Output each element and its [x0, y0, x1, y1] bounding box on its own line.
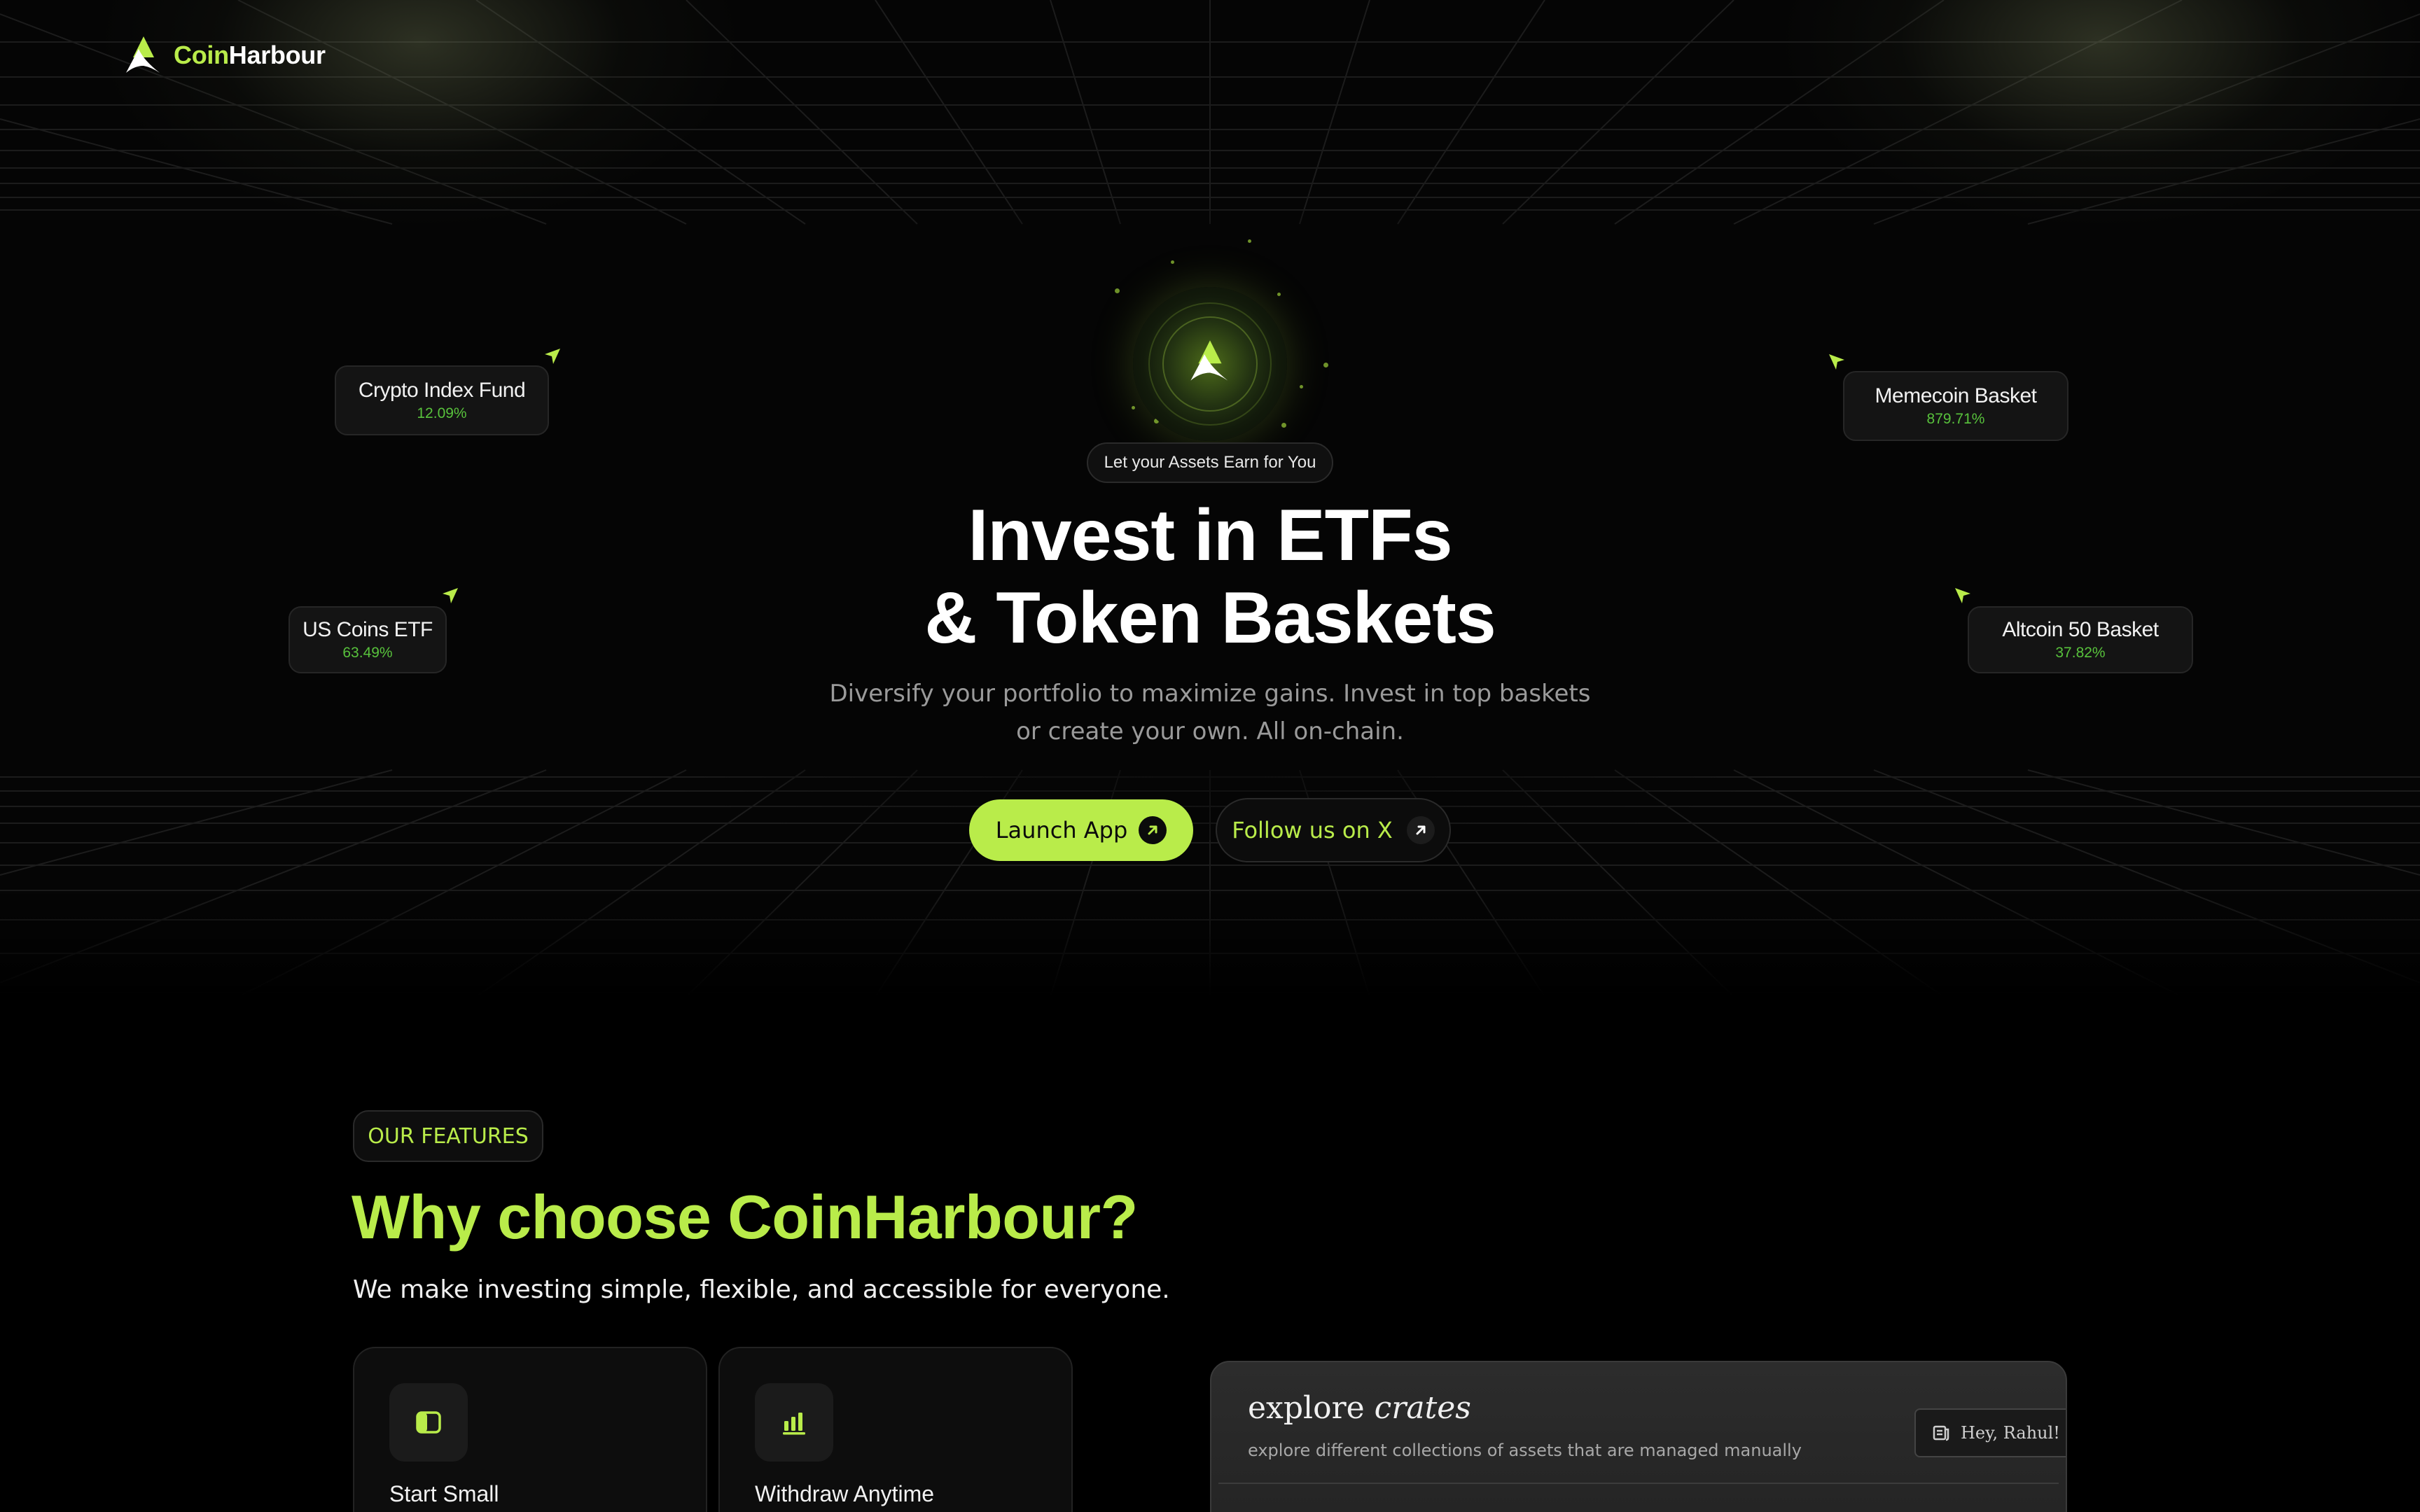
- feature-card-title: Start Small: [389, 1481, 499, 1506]
- preview-title-italic: crates: [1374, 1390, 1471, 1426]
- hero-title: Invest in ETFs & Token Baskets: [720, 494, 1700, 659]
- floating-card-altcoin-50-basket: Altcoin 50 Basket 37.82%: [1968, 606, 2193, 673]
- scroll-icon: [1933, 1425, 1949, 1441]
- sparkle-dot: [1277, 293, 1281, 296]
- bar-chart-icon: [755, 1383, 833, 1462]
- cursor-pointer-icon: [545, 349, 560, 364]
- wallet-icon: [389, 1383, 468, 1462]
- hero-subtitle: Diversify your portfolio to maximize gai…: [790, 675, 1630, 750]
- preview-subtitle: explore different collections of assets …: [1248, 1441, 1802, 1460]
- sparkle-dot: [1281, 423, 1286, 428]
- hero-logo-orb: [1133, 287, 1287, 441]
- follow-on-x-label: Follow us on X: [1232, 817, 1393, 844]
- coinharbour-logo-icon: [1190, 340, 1228, 381]
- floating-card-name: US Coins ETF: [302, 618, 433, 641]
- app-preview-panel: explore crates explore different collect…: [1210, 1361, 2067, 1512]
- features-heading: Why choose CoinHarbour?: [352, 1182, 1138, 1252]
- cursor-pointer-icon: [1829, 354, 1844, 370]
- feature-card-start-small: Start Small: [353, 1347, 707, 1512]
- hero-title-line-2: & Token Baskets: [924, 578, 1496, 659]
- floating-card-name: Altcoin 50 Basket: [2002, 618, 2159, 641]
- hero-subtitle-line-2: or create your own. All on-chain.: [1016, 718, 1404, 746]
- preview-divider: [1218, 1483, 2059, 1490]
- floating-card-value: 879.71%: [1926, 411, 1985, 427]
- hero-subtitle-line-1: Diversify your portfolio to maximize gai…: [829, 680, 1591, 708]
- launch-app-button[interactable]: Launch App: [969, 799, 1193, 861]
- sparkle-dot: [1132, 406, 1135, 410]
- floating-card-us-coins-etf: US Coins ETF 63.49%: [288, 606, 447, 673]
- preview-title-plain: explore: [1248, 1390, 1365, 1426]
- floating-card-value: 12.09%: [417, 405, 467, 421]
- floating-card-value: 37.82%: [2055, 645, 2106, 661]
- floating-card-name: Memecoin Basket: [1875, 384, 2037, 407]
- feature-card-withdraw-anytime: Withdraw Anytime: [718, 1347, 1073, 1512]
- preview-greeting-box: Hey, Rahul! I: [1914, 1408, 2067, 1457]
- feature-card-title: Withdraw Anytime: [755, 1481, 935, 1506]
- hero-title-line-1: Invest in ETFs: [968, 495, 1452, 576]
- launch-app-label: Launch App: [995, 817, 1128, 844]
- hero-tagline-pill: Let your Assets Earn for You: [1087, 442, 1333, 483]
- features-subheading: We make investing simple, flexible, and …: [353, 1275, 1170, 1304]
- sparkle-dot: [1248, 239, 1251, 243]
- preview-title: explore crates: [1248, 1390, 1471, 1426]
- our-features-pill: OUR FEATURES: [353, 1110, 543, 1162]
- brand-name-accent: Coin: [174, 41, 229, 69]
- brand-name-rest: Harbour: [228, 41, 326, 69]
- cursor-pointer-icon: [1955, 588, 1970, 603]
- sparkle-dot: [1323, 363, 1328, 368]
- cursor-pointer-icon: [443, 588, 458, 603]
- floating-card-memecoin-basket: Memecoin Basket 879.71%: [1843, 371, 2068, 441]
- arrow-up-right-icon: [1406, 816, 1435, 844]
- sparkle-dot: [1300, 385, 1303, 388]
- floating-card-value: 63.49%: [342, 645, 393, 661]
- floating-card-crypto-index-fund: Crypto Index Fund 12.09%: [335, 365, 549, 435]
- hero-bottom-fade: [0, 882, 2420, 997]
- follow-on-x-button[interactable]: Follow us on X: [1216, 798, 1451, 862]
- sparkle-dot: [1115, 288, 1120, 293]
- arrow-up-right-icon: [1139, 816, 1167, 844]
- preview-greeting-text: Hey, Rahul! I: [1961, 1423, 2067, 1443]
- brand-name: CoinHarbour: [174, 41, 326, 70]
- brand-logo-link[interactable]: CoinHarbour: [123, 35, 326, 76]
- sparkle-dot: [1171, 260, 1174, 264]
- coinharbour-logo-icon: [126, 36, 160, 73]
- floating-card-name: Crypto Index Fund: [358, 379, 526, 402]
